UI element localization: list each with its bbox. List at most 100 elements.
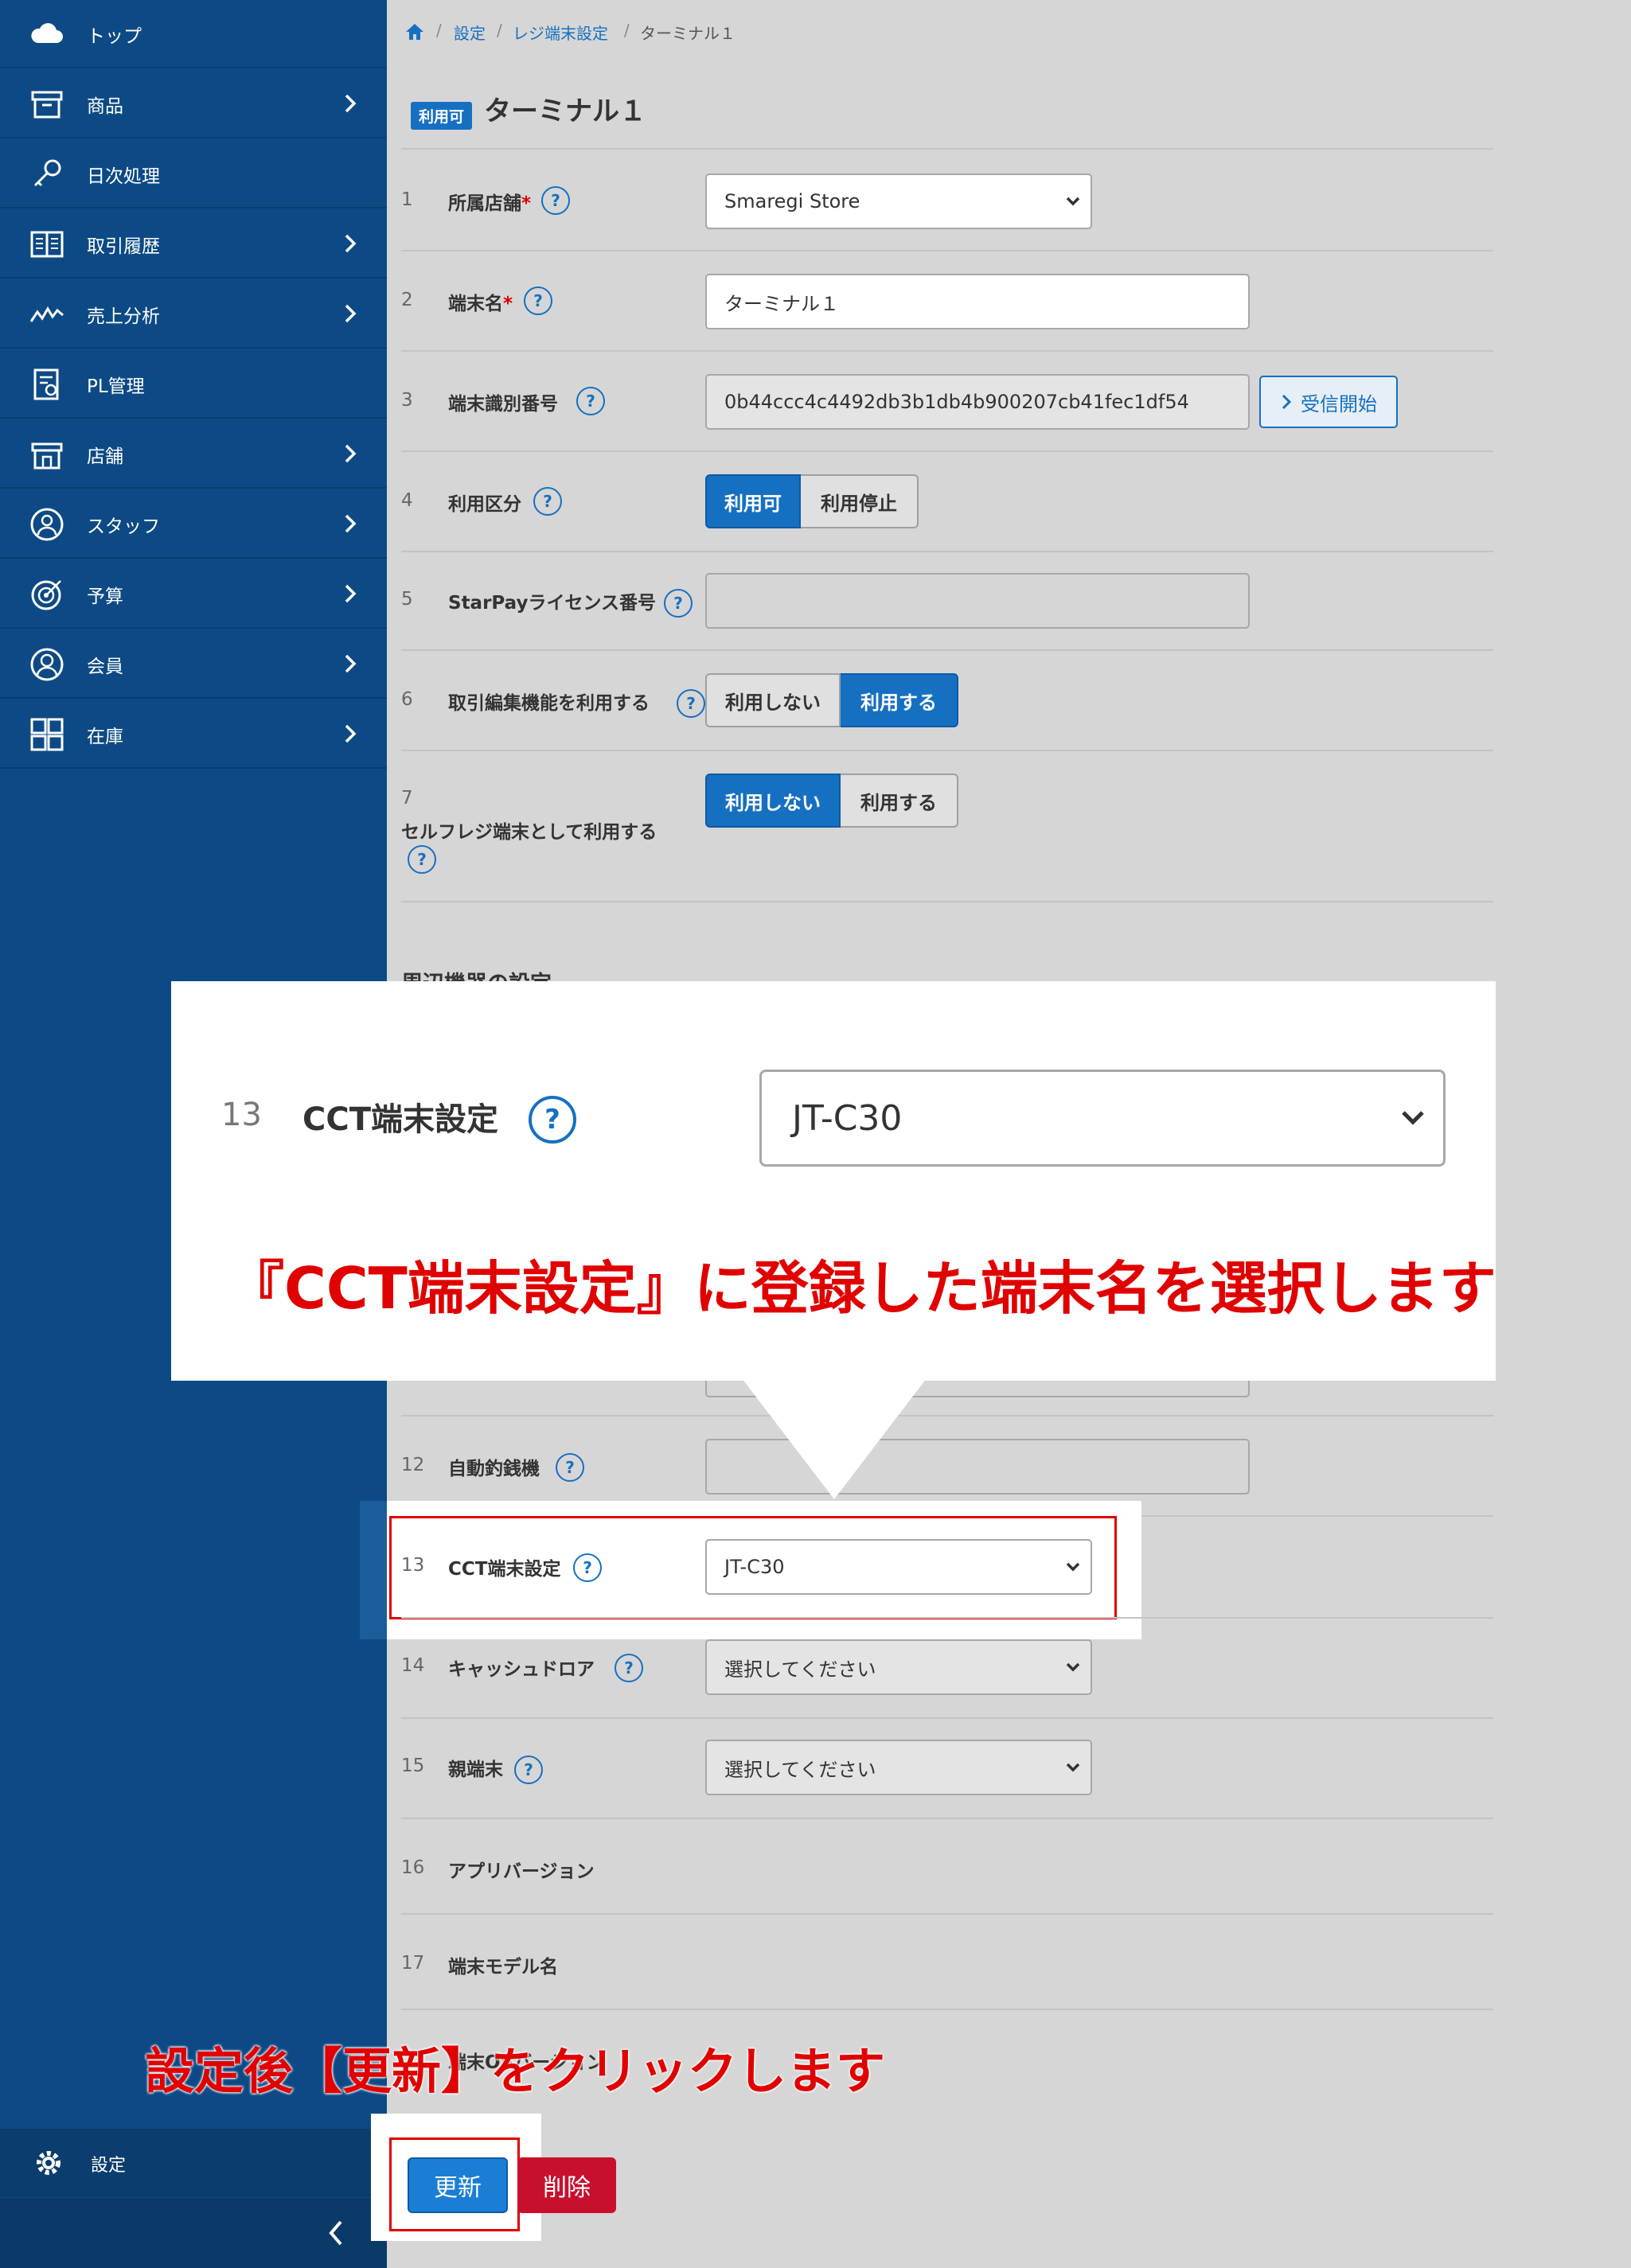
transaction-edit-on-button[interactable]: 利用する (841, 673, 958, 727)
usage-toggle: 利用可 利用停止 (705, 474, 919, 528)
row-label-store: 所属店舗* (448, 193, 532, 214)
help-icon[interactable]: ? (533, 487, 562, 516)
callout-select: JT-C30 (759, 1070, 1446, 1167)
report-icon (33, 368, 59, 400)
breadcrumb-separator: / (497, 21, 502, 40)
row-number: 15 (401, 1756, 425, 1776)
highlight-box (389, 2137, 520, 2231)
breadcrumb-separator: / (624, 21, 630, 40)
sidebar-item-label: スタッフ (87, 516, 160, 537)
divider (401, 148, 1493, 150)
chevron-right-icon (345, 304, 357, 323)
help-icon[interactable]: ? (524, 286, 552, 315)
callout-pointer (742, 1378, 927, 1499)
parent-terminal-select[interactable]: 選択してください (705, 1740, 1092, 1795)
divider (401, 450, 1493, 452)
terminal-name-input[interactable]: ターミナル１ (705, 274, 1250, 329)
home-icon[interactable] (404, 22, 425, 41)
sidebar-item-label: 売上分析 (87, 306, 160, 327)
callout-instruction: 『CCT端末設定』に登録した端末名を選択します (227, 1255, 1496, 1322)
sidebar-item-budget[interactable]: 予算 (0, 560, 387, 629)
row-label-model: 端末モデル名 (448, 1957, 558, 1978)
store-select[interactable]: Smaregi Store (705, 173, 1092, 229)
help-icon[interactable]: ? (556, 1453, 584, 1482)
usage-disabled-button[interactable]: 利用停止 (801, 474, 919, 528)
sidebar-item-products[interactable]: 商品 (0, 70, 387, 138)
divider (401, 1717, 1493, 1719)
update-instruction: 設定後【更新】をクリックします (145, 2042, 886, 2100)
divider (401, 350, 1493, 352)
sidebar-item-label: 店舗 (87, 446, 123, 467)
staff-icon (30, 508, 64, 541)
line-chart-icon (29, 306, 64, 322)
sidebar-item-label: 会員 (87, 657, 123, 677)
row-number: 5 (401, 589, 413, 610)
book-icon (30, 231, 64, 258)
help-icon[interactable]: ? (677, 689, 705, 718)
row-number: 1 (401, 189, 413, 210)
start-receive-button[interactable]: 受信開始 (1259, 376, 1398, 428)
self-register-off-button[interactable]: 利用しない (705, 774, 841, 828)
sidebar-item-top[interactable]: トップ (0, 0, 387, 68)
help-icon[interactable]: ? (576, 387, 605, 415)
page-title: ターミナル１ (484, 95, 646, 127)
sidebar-item-transactions[interactable]: 取引履歴 (0, 210, 387, 279)
help-icon[interactable]: ? (615, 1654, 643, 1682)
cash-drawer-select[interactable]: 選択してください (705, 1639, 1092, 1695)
chevron-right-icon (345, 514, 357, 533)
sidebar-item-label: 取引履歴 (87, 236, 160, 257)
sidebar-item-inventory[interactable]: 在庫 (0, 700, 387, 769)
divider (401, 901, 1493, 902)
sidebar-item-staff[interactable]: スタッフ (0, 490, 387, 559)
breadcrumb-settings[interactable]: 設定 (454, 21, 486, 44)
divider (401, 1818, 1493, 1819)
self-register-on-button[interactable]: 利用する (841, 774, 958, 828)
chevron-right-icon (345, 444, 357, 463)
row-label-transaction-edit: 取引編集機能を利用する (448, 693, 650, 714)
self-register-toggle: 利用しない 利用する (705, 774, 958, 828)
sidebar-item-daily[interactable]: 日次処理 (0, 140, 387, 208)
box-icon (31, 91, 63, 119)
breadcrumb-current: ターミナル１ (640, 24, 736, 43)
row-label-app-version: アプリバージョン (448, 1861, 595, 1882)
sidebar-item-label: PL管理 (87, 376, 145, 397)
chevron-right-icon (1282, 394, 1292, 410)
help-icon[interactable]: ? (541, 186, 570, 215)
cloud-icon (31, 23, 63, 43)
gear-icon (37, 2151, 60, 2175)
delete-button[interactable]: 削除 (517, 2157, 616, 2213)
chevron-right-icon (345, 724, 357, 743)
breadcrumb-terminal-settings[interactable]: レジ端末設定 (513, 21, 608, 44)
sidebar-item-store[interactable]: 店舗 (0, 420, 387, 489)
breadcrumb-separator: / (436, 21, 442, 40)
divider (401, 1913, 1493, 1915)
row-label-parent-terminal: 親端末 (448, 1759, 503, 1780)
sidebar-item-pl[interactable]: PL管理 (0, 350, 387, 419)
usage-enabled-button[interactable]: 利用可 (705, 474, 801, 528)
help-icon[interactable]: ? (514, 1756, 543, 1784)
sidebar-item-sales-analysis[interactable]: 売上分析 (0, 280, 387, 349)
row-label-starpay: StarPayライセンス番号 (448, 593, 657, 614)
callout-row-number: 13 (221, 1097, 262, 1133)
terminal-id-input[interactable]: 0b44ccc4c4492db3b1db4b900207cb41fec1df54 (705, 374, 1250, 430)
row-label-usage: 利用区分 (448, 494, 521, 515)
row-number: 3 (401, 390, 413, 411)
divider (401, 551, 1493, 552)
sidebar-item-member[interactable]: 会員 (0, 630, 387, 699)
sidebar-item-settings[interactable]: 設定 (0, 2129, 387, 2197)
help-icon[interactable]: ? (408, 845, 436, 874)
chevron-down-icon (1066, 1763, 1080, 1772)
help-icon[interactable]: ? (664, 589, 693, 618)
transaction-edit-off-button[interactable]: 利用しない (705, 673, 841, 727)
sidebar-collapse-button[interactable] (0, 2198, 387, 2268)
highlight-box (389, 1516, 1117, 1619)
row-label-auto-change: 自動釣銭機 (448, 1459, 540, 1479)
sidebar-item-label: 日次処理 (87, 166, 160, 187)
divider (401, 649, 1493, 651)
divider (401, 750, 1493, 751)
grid-icon (30, 718, 64, 751)
row-number: 4 (401, 490, 413, 511)
sidebar-item-label: トップ (87, 26, 142, 47)
starpay-license-input[interactable] (705, 573, 1250, 629)
row-label-cash-drawer: キャッシュドロア (448, 1659, 595, 1680)
